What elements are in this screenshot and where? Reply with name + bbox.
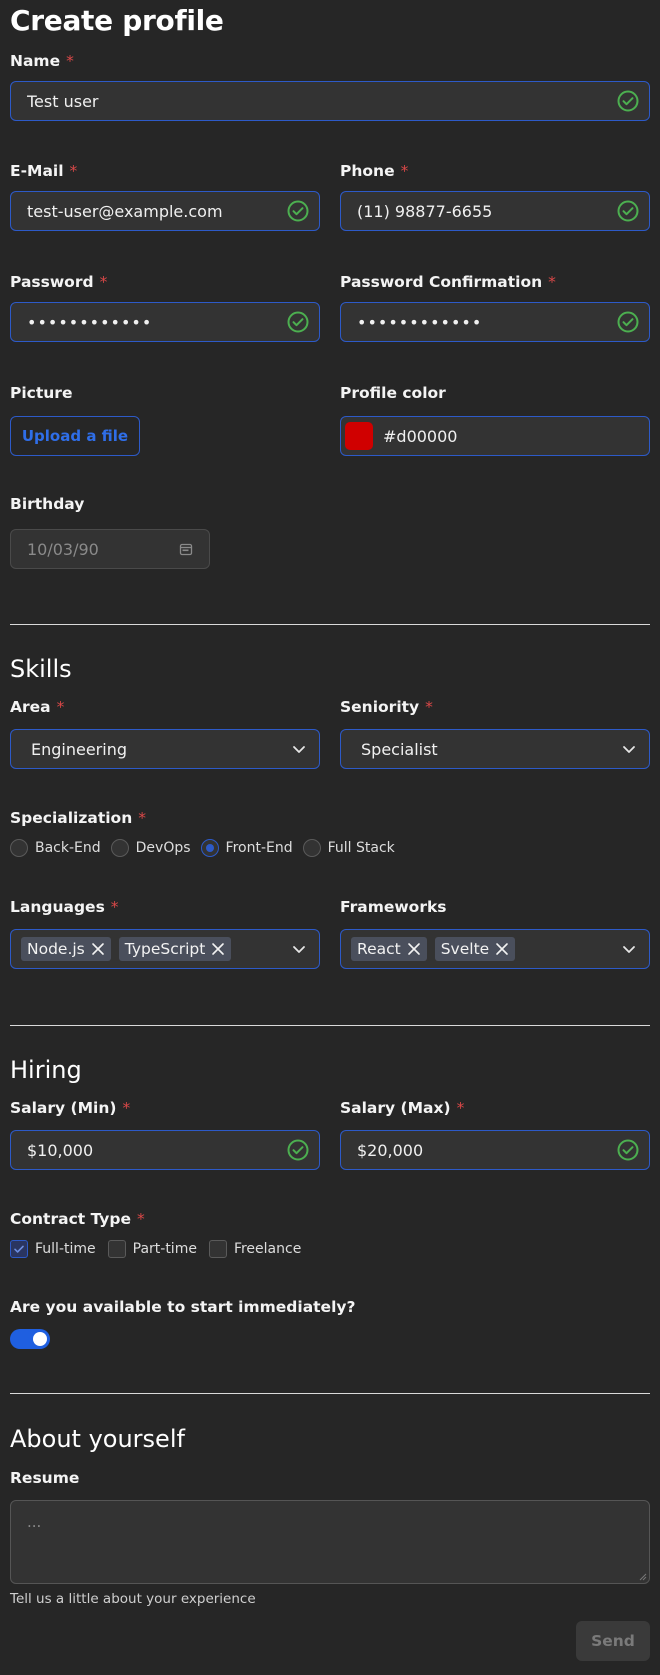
close-icon[interactable]: [495, 942, 509, 956]
languages-multiselect[interactable]: Node.js TypeScript: [10, 929, 320, 969]
seniority-select[interactable]: Specialist: [340, 729, 650, 769]
section-divider: [10, 624, 650, 625]
valid-check-icon: [287, 1139, 309, 1161]
radio-button[interactable]: [10, 839, 28, 857]
hiring-section-title: Hiring: [10, 1056, 82, 1084]
close-icon[interactable]: [211, 942, 225, 956]
area-select[interactable]: Engineering: [10, 729, 320, 769]
phone-input[interactable]: (11) 98877-6655: [340, 191, 650, 231]
toggle-knob: [33, 1332, 47, 1346]
checkbox-freelance[interactable]: Freelance: [208, 1240, 301, 1258]
chip-typescript: TypeScript: [118, 937, 232, 961]
frameworks-multiselect[interactable]: React Svelte: [340, 929, 650, 969]
profile-color-input[interactable]: #d00000: [340, 416, 650, 456]
valid-check-icon: [617, 311, 639, 333]
salary-max-input[interactable]: $20,000: [340, 1130, 650, 1170]
checkbox[interactable]: [208, 1240, 227, 1258]
valid-check-icon: [287, 200, 309, 222]
chevron-down-icon: [293, 746, 305, 753]
name-label: Name *: [10, 52, 74, 70]
profile-color-label: Profile color: [340, 384, 446, 402]
chip-react: React: [351, 937, 427, 961]
close-icon[interactable]: [91, 942, 105, 956]
salary-min-input[interactable]: $10,000: [10, 1130, 320, 1170]
password-input[interactable]: ••••••••••••: [10, 302, 320, 342]
resume-hint: Tell us a little about your experience: [10, 1591, 256, 1607]
section-divider: [10, 1025, 650, 1026]
chip-svelte: Svelte: [434, 937, 516, 961]
availability-toggle[interactable]: [10, 1329, 50, 1349]
checkbox[interactable]: [107, 1240, 126, 1258]
color-swatch[interactable]: [345, 422, 373, 450]
contract-type-checkbox-group: Full-time Part-time Freelance: [10, 1240, 311, 1258]
resume-textarea[interactable]: ...: [10, 1500, 650, 1584]
checkbox-checked[interactable]: [10, 1240, 28, 1258]
password-confirmation-label: Password Confirmation *: [340, 273, 556, 291]
checkbox-part-time[interactable]: Part-time: [107, 1240, 197, 1258]
frameworks-label: Frameworks: [340, 898, 447, 916]
birthday-input[interactable]: 10/03/90: [10, 529, 210, 569]
checkmark-icon: [14, 1245, 24, 1253]
valid-check-icon: [617, 90, 639, 112]
valid-check-icon: [617, 200, 639, 222]
specialization-radio-group: Back-End DevOps Front-End Full Stack: [10, 839, 405, 857]
picture-label: Picture: [10, 384, 73, 402]
upload-file-button[interactable]: Upload a file: [10, 416, 140, 456]
chip-list: React Svelte: [351, 937, 621, 961]
chevron-down-icon: [623, 746, 635, 753]
valid-check-icon: [287, 311, 309, 333]
contract-type-label: Contract Type *: [10, 1210, 145, 1228]
name-input[interactable]: Test user: [10, 81, 650, 121]
page-title: Create profile: [10, 4, 224, 37]
specialization-label: Specialization *: [10, 809, 146, 827]
radio-button[interactable]: [302, 839, 321, 857]
password-confirmation-input[interactable]: ••••••••••••: [340, 302, 650, 342]
password-label: Password *: [10, 273, 108, 291]
radio-button[interactable]: [110, 839, 129, 857]
close-icon[interactable]: [407, 942, 421, 956]
email-label: E-Mail *: [10, 162, 78, 180]
radio-devops[interactable]: DevOps: [110, 839, 191, 857]
phone-label: Phone *: [340, 162, 409, 180]
area-label: Area *: [10, 698, 65, 716]
radio-button-selected[interactable]: [200, 839, 219, 857]
seniority-label: Seniority *: [340, 698, 433, 716]
send-button[interactable]: Send: [576, 1621, 650, 1661]
languages-label: Languages *: [10, 898, 119, 916]
calendar-icon[interactable]: [179, 542, 193, 556]
about-section-title: About yourself: [10, 1425, 185, 1453]
chip-nodejs: Node.js: [21, 937, 111, 961]
salary-max-label: Salary (Max) *: [340, 1099, 465, 1117]
salary-min-label: Salary (Min) *: [10, 1099, 131, 1117]
resume-label: Resume: [10, 1469, 80, 1487]
resize-handle-icon[interactable]: [639, 1573, 647, 1581]
checkbox-full-time[interactable]: Full-time: [10, 1240, 96, 1258]
availability-label: Are you available to start immediately?: [10, 1298, 356, 1316]
radio-back-end[interactable]: Back-End: [10, 839, 101, 857]
skills-section-title: Skills: [10, 655, 72, 683]
birthday-label: Birthday: [10, 495, 85, 513]
radio-front-end[interactable]: Front-End: [200, 839, 293, 857]
chip-list: Node.js TypeScript: [21, 937, 291, 961]
chevron-down-icon: [623, 946, 635, 953]
section-divider: [10, 1393, 650, 1394]
valid-check-icon: [617, 1139, 639, 1161]
email-input[interactable]: test-user@example.com: [10, 191, 320, 231]
radio-full-stack[interactable]: Full Stack: [302, 839, 395, 857]
chevron-down-icon: [293, 946, 305, 953]
